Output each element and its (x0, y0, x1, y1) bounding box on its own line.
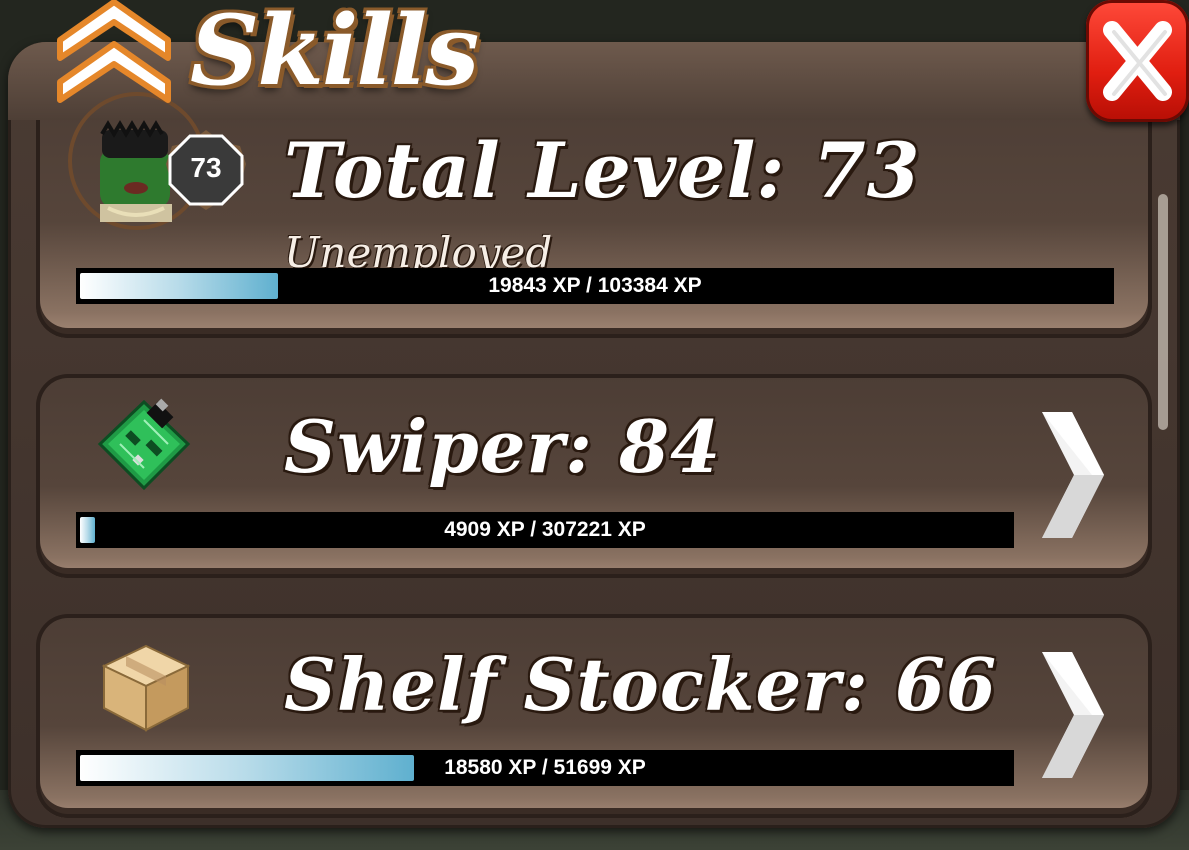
skill-xp-bar: 18580 XP / 51699 XP (76, 750, 1014, 786)
total-xp-text: 19843 XP / 103384 XP (488, 274, 702, 297)
skill-xp-bar: 4909 XP / 307221 XP (76, 512, 1014, 548)
level-badge-text: 73 (190, 152, 222, 183)
level-badge: 73 (164, 128, 248, 212)
scrollbar[interactable] (1158, 194, 1168, 430)
cardboard-box-icon (101, 644, 191, 732)
skill-card-shelf-stocker[interactable]: Shelf Stocker: 66 18580 XP / 51699 XP (36, 614, 1152, 818)
skill-card-swiper[interactable]: Swiper: 84 4909 XP / 307221 XP (36, 374, 1152, 578)
skill-xp-text: 18580 XP / 51699 XP (444, 756, 646, 779)
skill-title: Swiper: 84 (284, 404, 722, 489)
chevron-right-icon[interactable] (1036, 410, 1106, 540)
total-xp-bar: 19843 XP / 103384 XP (76, 268, 1114, 304)
skill-xp-text: 4909 XP / 307221 XP (444, 518, 646, 541)
total-level-title: Total Level: 73 (284, 126, 921, 215)
page-title: Skills (190, 0, 479, 107)
close-icon (1103, 21, 1172, 101)
double-chevron-up-icon[interactable] (56, 0, 172, 104)
circuit-board-icon (97, 398, 191, 491)
skill-title: Shelf Stocker: 66 (284, 642, 998, 727)
chevron-right-icon[interactable] (1036, 650, 1106, 780)
skills-scroll-area[interactable]: Total Level: 73 Unemployed 19843 XP / 10… (8, 120, 1180, 828)
close-button[interactable] (1086, 0, 1189, 122)
